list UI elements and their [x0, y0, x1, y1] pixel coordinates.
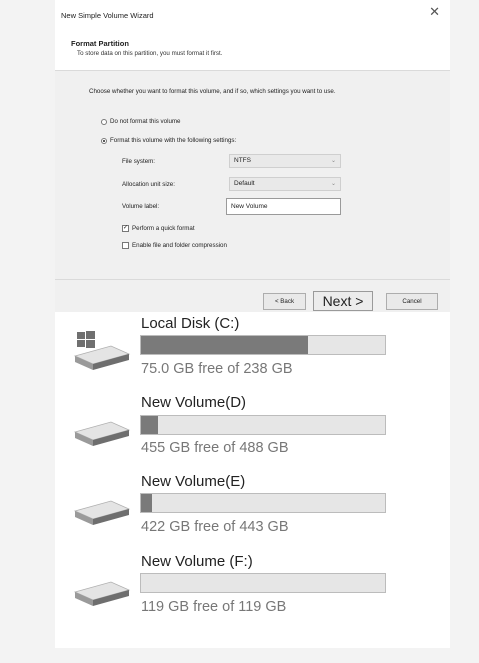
next-button[interactable]: Next >: [313, 291, 373, 311]
drive-icon: [73, 421, 131, 446]
drive-item-c[interactable]: Local Disk (C:) 75.0 GB free of 238 GB: [55, 312, 450, 392]
drive-item-d[interactable]: New Volume(D) 455 GB free of 488 GB: [55, 392, 450, 472]
cancel-button[interactable]: Cancel: [386, 293, 438, 310]
drive-usage-fill: [141, 336, 309, 354]
do-not-format-label: Do not format this volume: [110, 118, 181, 125]
drive-usage-fill: [141, 494, 153, 512]
compression-option[interactable]: Enable file and folder compression: [122, 242, 227, 249]
drive-name: New Volume (F:): [141, 553, 253, 570]
drive-free-space: 422 GB free of 443 GB: [141, 519, 289, 535]
do-not-format-option[interactable]: Do not format this volume: [101, 118, 181, 125]
chevron-down-icon: ⌄: [330, 181, 336, 187]
window-title: New Simple Volume Wizard: [61, 11, 154, 20]
allocation-unit-select[interactable]: Default ⌄: [229, 177, 341, 191]
compression-checkbox[interactable]: [122, 242, 129, 249]
allocation-unit-value: Default: [234, 180, 255, 187]
wizard-footer: < Back Next > Cancel: [55, 279, 450, 313]
instructions-text: Choose whether you want to format this v…: [89, 88, 336, 95]
allocation-unit-label: Allocation unit size:: [122, 181, 175, 188]
drive-free-space: 75.0 GB free of 238 GB: [141, 361, 293, 377]
drive-free-space: 455 GB free of 488 GB: [141, 440, 289, 456]
volume-label-label: Volume label:: [122, 203, 160, 210]
volume-label-input[interactable]: New Volume: [226, 198, 341, 215]
wizard-body: Choose whether you want to format this v…: [55, 71, 450, 279]
format-volume-label: Format this volume with the following se…: [110, 137, 237, 144]
quick-format-label: Perform a quick format: [132, 225, 195, 232]
drive-name: Local Disk (C:): [141, 315, 240, 332]
drive-free-space: 119 GB free of 119 GB: [141, 599, 287, 615]
drive-icon: [73, 500, 131, 525]
drive-usage-bar: [140, 493, 386, 513]
drive-name: New Volume(D): [141, 394, 247, 411]
quick-format-option[interactable]: ✓ Perform a quick format: [122, 225, 195, 232]
title-bar: New Simple Volume Wizard ✕: [55, 0, 450, 30]
close-icon[interactable]: ✕: [429, 6, 440, 19]
format-volume-radio[interactable]: [101, 137, 107, 144]
wizard-header: Format Partition To store data on this p…: [55, 30, 450, 71]
page-subtitle: To store data on this partition, you mus…: [77, 50, 223, 57]
drive-usage-bar: [140, 573, 386, 593]
windows-drive-icon: [73, 331, 131, 370]
compression-label: Enable file and folder compression: [132, 242, 227, 249]
file-system-value: NTFS: [234, 157, 251, 164]
drive-usage-bar: [140, 335, 386, 355]
drive-name: New Volume(E): [141, 473, 246, 490]
quick-format-checkbox[interactable]: ✓: [122, 225, 129, 232]
page-title: Format Partition: [71, 39, 129, 48]
drive-usage-fill: [141, 416, 158, 434]
drive-item-f[interactable]: New Volume (F:) 119 GB free of 119 GB: [55, 552, 450, 632]
new-simple-volume-wizard: New Simple Volume Wizard ✕ Format Partit…: [55, 0, 450, 313]
drive-item-e[interactable]: New Volume(E) 422 GB free of 443 GB: [55, 472, 450, 552]
chevron-down-icon: ⌄: [330, 158, 336, 164]
file-system-label: File system:: [122, 158, 156, 165]
drive-usage-bar: [140, 415, 386, 435]
file-system-select[interactable]: NTFS ⌄: [229, 154, 341, 168]
drives-list: Local Disk (C:) 75.0 GB free of 238 GB N…: [55, 312, 450, 648]
volume-label-value: New Volume: [231, 203, 268, 210]
do-not-format-radio[interactable]: [101, 118, 107, 125]
format-volume-option[interactable]: Format this volume with the following se…: [101, 137, 236, 144]
back-button[interactable]: < Back: [263, 293, 306, 310]
drive-icon: [73, 581, 131, 606]
